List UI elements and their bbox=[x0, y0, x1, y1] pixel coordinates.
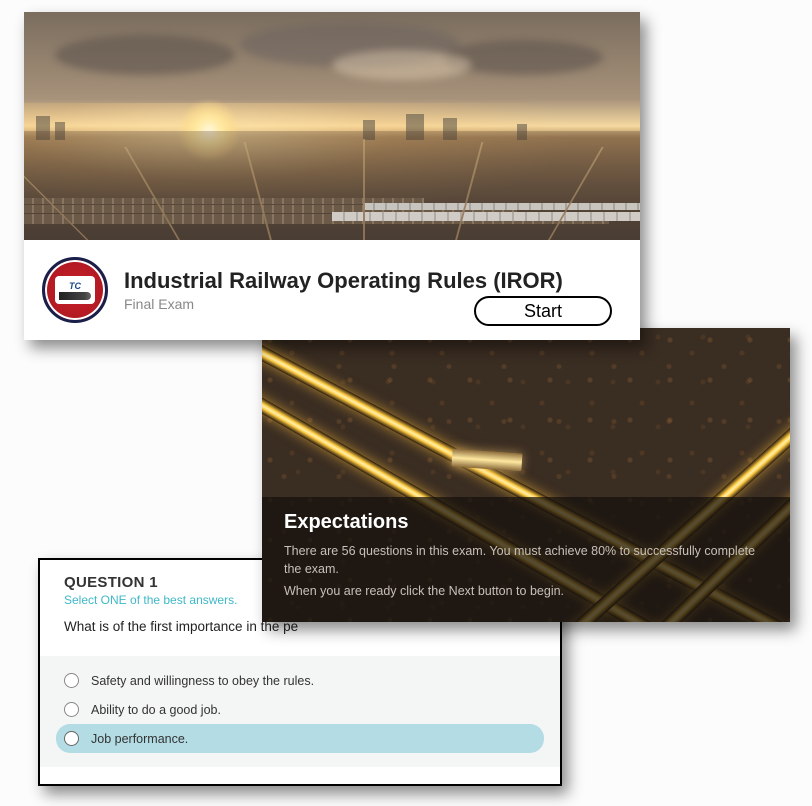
answer-text: Ability to do a good job. bbox=[91, 703, 221, 717]
logo-initials: TC bbox=[69, 281, 81, 291]
answer-option[interactable]: Ability to do a good job. bbox=[40, 695, 560, 724]
answer-option[interactable]: Safety and willingness to obey the rules… bbox=[40, 666, 560, 695]
expectations-slide: Expectations There are 56 questions in t… bbox=[262, 328, 790, 622]
company-logo: TC bbox=[42, 257, 108, 323]
radio-icon bbox=[64, 673, 79, 688]
answer-option-selected[interactable]: Job performance. bbox=[56, 724, 544, 753]
expectations-text-1: There are 56 questions in this exam. You… bbox=[284, 542, 768, 578]
answer-text: Job performance. bbox=[91, 732, 188, 746]
radio-icon bbox=[64, 702, 79, 717]
hero-image bbox=[24, 12, 640, 240]
start-button-label: Start bbox=[524, 301, 562, 322]
title-slide: TC Industrial Railway Operating Rules (I… bbox=[24, 12, 640, 340]
answer-list: Safety and willingness to obey the rules… bbox=[40, 656, 560, 767]
start-button[interactable]: Start bbox=[474, 296, 612, 326]
expectations-text-2: When you are ready click the Next button… bbox=[284, 582, 768, 600]
radio-icon bbox=[64, 731, 79, 746]
course-title: Industrial Railway Operating Rules (IROR… bbox=[124, 268, 563, 294]
answer-text: Safety and willingness to obey the rules… bbox=[91, 674, 314, 688]
expectations-overlay: Expectations There are 56 questions in t… bbox=[262, 497, 790, 622]
expectations-heading: Expectations bbox=[284, 511, 768, 534]
